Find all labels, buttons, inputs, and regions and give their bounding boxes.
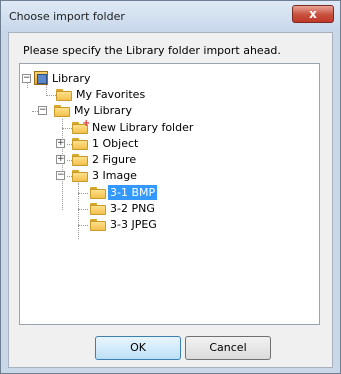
instruction-text: Please specify the Library folder import… xyxy=(23,44,281,57)
folder-icon xyxy=(72,170,88,182)
tree-connector xyxy=(78,225,88,226)
ok-button[interactable]: OK xyxy=(95,336,181,360)
expand-icon[interactable]: + xyxy=(56,139,65,148)
collapse-icon[interactable]: − xyxy=(56,171,65,180)
dialog-window: Choose import folder x Please specify th… xyxy=(0,0,341,374)
expand-icon[interactable]: + xyxy=(56,155,65,164)
folder-icon xyxy=(90,203,106,215)
library-icon xyxy=(34,71,48,85)
tree-connector xyxy=(46,95,56,96)
folder-icon xyxy=(56,89,72,101)
tree-label: 3 Image xyxy=(92,169,137,182)
cancel-button[interactable]: Cancel xyxy=(185,336,271,360)
folder-icon xyxy=(72,154,88,166)
close-button[interactable]: x xyxy=(292,5,334,23)
tree-label: My Favorites xyxy=(76,88,146,101)
folder-icon xyxy=(90,187,106,199)
tree-label: 3-2 PNG xyxy=(110,202,155,215)
tree-connector xyxy=(78,193,88,194)
close-icon: x xyxy=(309,7,317,21)
new-badge-icon: + xyxy=(82,118,91,129)
collapse-icon[interactable]: − xyxy=(22,74,31,83)
tree-connector xyxy=(62,119,63,210)
collapse-icon[interactable]: − xyxy=(38,106,47,115)
tree-label: Library xyxy=(52,72,91,85)
folder-icon xyxy=(90,219,106,231)
folder-icon xyxy=(72,138,88,150)
tree-label-selected: 3-1 BMP xyxy=(108,185,158,200)
dialog-body: Please specify the Library folder import… xyxy=(8,32,333,368)
tree-label: 2 Figure xyxy=(92,153,137,166)
window-title: Choose import folder xyxy=(9,10,125,23)
tree-connector xyxy=(78,209,88,210)
title-bar[interactable]: Choose import folder x xyxy=(1,1,340,31)
tree-label: My Library xyxy=(74,104,132,117)
tree-label: New Library folder xyxy=(92,121,194,134)
folder-icon xyxy=(54,105,70,117)
tree-label: 1 Object xyxy=(92,137,139,150)
folder-tree[interactable]: − Library My Favorites − My Library + Ne… xyxy=(19,63,320,325)
tree-label: 3-3 JPEG xyxy=(110,218,157,231)
tree-connector xyxy=(78,183,79,239)
tree-connector xyxy=(62,128,72,129)
